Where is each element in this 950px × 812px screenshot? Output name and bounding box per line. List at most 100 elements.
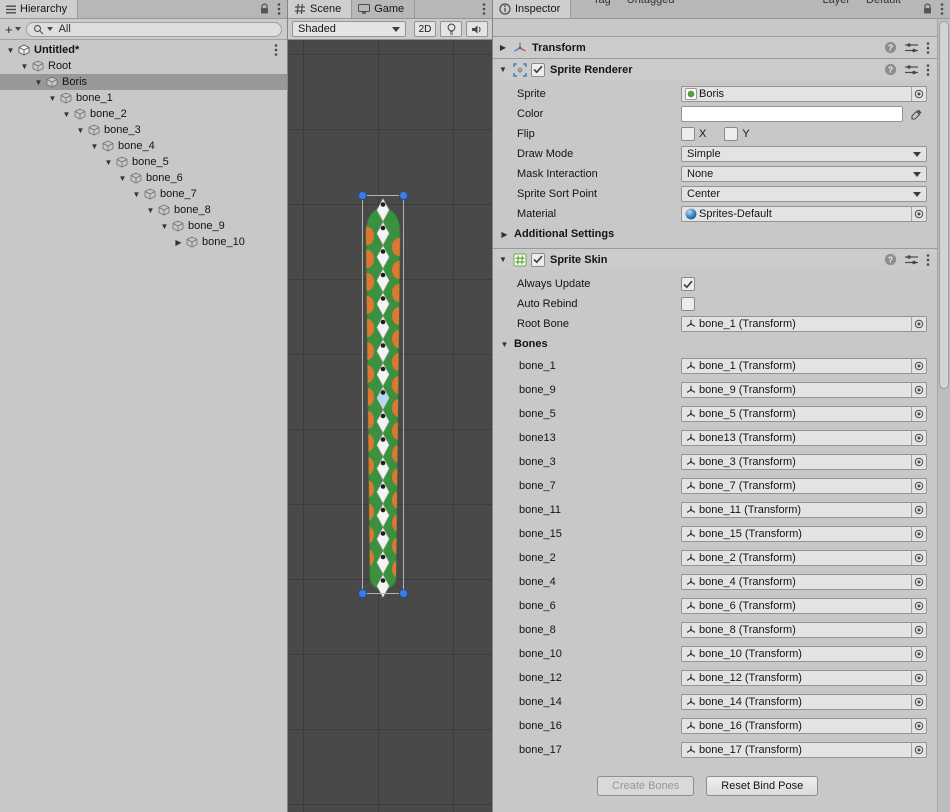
tree-row[interactable]: ▼ bone_1 [0,90,287,106]
2d-toggle-button[interactable]: 2D [414,21,436,37]
tab-hierarchy[interactable]: Hierarchy [0,0,78,18]
tab-inspector[interactable]: Inspector [493,0,571,18]
foldout-arrow[interactable]: ▼ [102,158,115,167]
kebab-menu-icon[interactable] [277,2,281,16]
foldout-arrow[interactable]: ▶ [172,238,185,247]
component-enabled-checkbox[interactable] [531,63,545,77]
color-swatch[interactable] [681,106,903,122]
tag-dropdown[interactable]: Untagged [627,0,675,6]
create-object-button[interactable]: + [5,22,21,37]
additional-settings-foldout[interactable]: ▶ Additional Settings [493,224,937,244]
foldout-arrow[interactable]: ▼ [116,174,129,183]
bone-object-field[interactable]: bone13 (Transform) [681,430,927,446]
root-bone-object-field[interactable]: bone_1 (Transform) [681,316,927,332]
foldout-arrow[interactable]: ▼ [144,206,157,215]
bone-object-field[interactable]: bone_12 (Transform) [681,670,927,686]
preset-icon[interactable] [905,42,918,54]
foldout-arrow[interactable]: ▼ [46,94,59,103]
create-bones-button[interactable]: Create Bones [597,776,694,796]
sprite-skin-component-header[interactable]: ▼ Sprite Skin ? [493,248,937,270]
bones-foldout[interactable]: ▼ Bones [493,334,937,354]
help-icon[interactable]: ? [884,253,897,266]
object-picker-icon[interactable] [911,503,926,517]
flip-y-checkbox[interactable] [724,127,738,141]
object-picker-icon[interactable] [911,551,926,565]
tab-scene[interactable]: Scene [288,0,352,18]
object-picker-icon[interactable] [911,575,926,589]
sprite-sort-point-dropdown[interactable]: Center [681,186,927,202]
tree-row[interactable]: ▼ bone_3 [0,122,287,138]
hierarchy-search-input[interactable]: All [26,22,282,37]
scene-canvas[interactable] [288,40,492,812]
selection-handle-bottom-left[interactable] [359,590,367,598]
kebab-menu-icon[interactable] [926,63,930,77]
preset-icon[interactable] [905,254,918,266]
tree-row[interactable]: ▼ Boris [0,74,287,90]
object-picker-icon[interactable] [911,207,926,221]
bone-object-field[interactable]: bone_14 (Transform) [681,694,927,710]
foldout-arrow[interactable]: ▶ [498,230,511,239]
object-picker-icon[interactable] [911,527,926,541]
inspector-scrollbar[interactable] [937,19,950,812]
bone-object-field[interactable]: bone_6 (Transform) [681,598,927,614]
tree-row[interactable]: ▶ bone_10 [0,234,287,250]
kebab-menu-icon[interactable] [482,2,486,16]
foldout-arrow[interactable]: ▼ [60,110,73,119]
bone-object-field[interactable]: bone_4 (Transform) [681,574,927,590]
bone-object-field[interactable]: bone_15 (Transform) [681,526,927,542]
mask-interaction-dropdown[interactable]: None [681,166,927,182]
tree-row[interactable]: ▼ bone_9 [0,218,287,234]
object-picker-icon[interactable] [911,599,926,613]
scrollbar-thumb[interactable] [939,21,949,389]
object-picker-icon[interactable] [911,431,926,445]
bone-object-field[interactable]: bone_16 (Transform) [681,718,927,734]
object-picker-icon[interactable] [911,407,926,421]
scene-audio-button[interactable] [466,21,488,37]
sprite-renderer-component-header[interactable]: ▼ Sprite Renderer ? [493,58,937,80]
eyedropper-icon[interactable] [907,108,927,120]
selection-handle-bottom-right[interactable] [400,590,408,598]
auto-rebind-checkbox[interactable] [681,297,695,311]
tree-row[interactable]: ▼ bone_6 [0,170,287,186]
tree-row[interactable]: ▼ Root [0,58,287,74]
object-picker-icon[interactable] [911,647,926,661]
foldout-arrow[interactable]: ▼ [130,190,143,199]
component-enabled-checkbox[interactable] [531,253,545,267]
preset-icon[interactable] [905,64,918,76]
tree-row[interactable]: ▼ Untitled* [0,42,287,58]
object-picker-icon[interactable] [911,455,926,469]
foldout-arrow[interactable]: ▶ [497,43,509,52]
bone-object-field[interactable]: bone_11 (Transform) [681,502,927,518]
layer-dropdown[interactable]: Default [866,0,901,6]
bone-object-field[interactable]: bone_17 (Transform) [681,742,927,758]
bone-object-field[interactable]: bone_1 (Transform) [681,358,927,374]
object-picker-icon[interactable] [911,383,926,397]
foldout-arrow[interactable]: ▼ [498,340,511,349]
bone-object-field[interactable]: bone_9 (Transform) [681,382,927,398]
selection-handle-top-right[interactable] [400,192,408,200]
object-picker-icon[interactable] [911,671,926,685]
foldout-arrow[interactable]: ▼ [497,255,509,264]
lock-icon[interactable] [922,3,933,15]
scene-viewport[interactable] [288,40,492,812]
bone-object-field[interactable]: bone_3 (Transform) [681,454,927,470]
tab-game[interactable]: Game [352,0,415,18]
kebab-menu-icon[interactable] [274,43,287,57]
tree-row[interactable]: ▼ bone_8 [0,202,287,218]
foldout-arrow[interactable]: ▼ [158,222,171,231]
foldout-arrow[interactable]: ▼ [32,78,45,87]
tree-row[interactable]: ▼ bone_2 [0,106,287,122]
selection-handle-top-left[interactable] [359,192,367,200]
kebab-menu-icon[interactable] [940,2,944,16]
lock-icon[interactable] [259,3,270,15]
transform-component-header[interactable]: ▶ Transform ? [493,36,937,58]
scene-lighting-button[interactable] [440,21,462,37]
object-picker-icon[interactable] [911,359,926,373]
kebab-menu-icon[interactable] [926,41,930,55]
flip-x-checkbox[interactable] [681,127,695,141]
bone-object-field[interactable]: bone_5 (Transform) [681,406,927,422]
object-picker-icon[interactable] [911,317,926,331]
foldout-arrow[interactable]: ▼ [74,126,87,135]
foldout-arrow[interactable]: ▼ [18,62,31,71]
reset-bind-pose-button[interactable]: Reset Bind Pose [706,776,818,796]
